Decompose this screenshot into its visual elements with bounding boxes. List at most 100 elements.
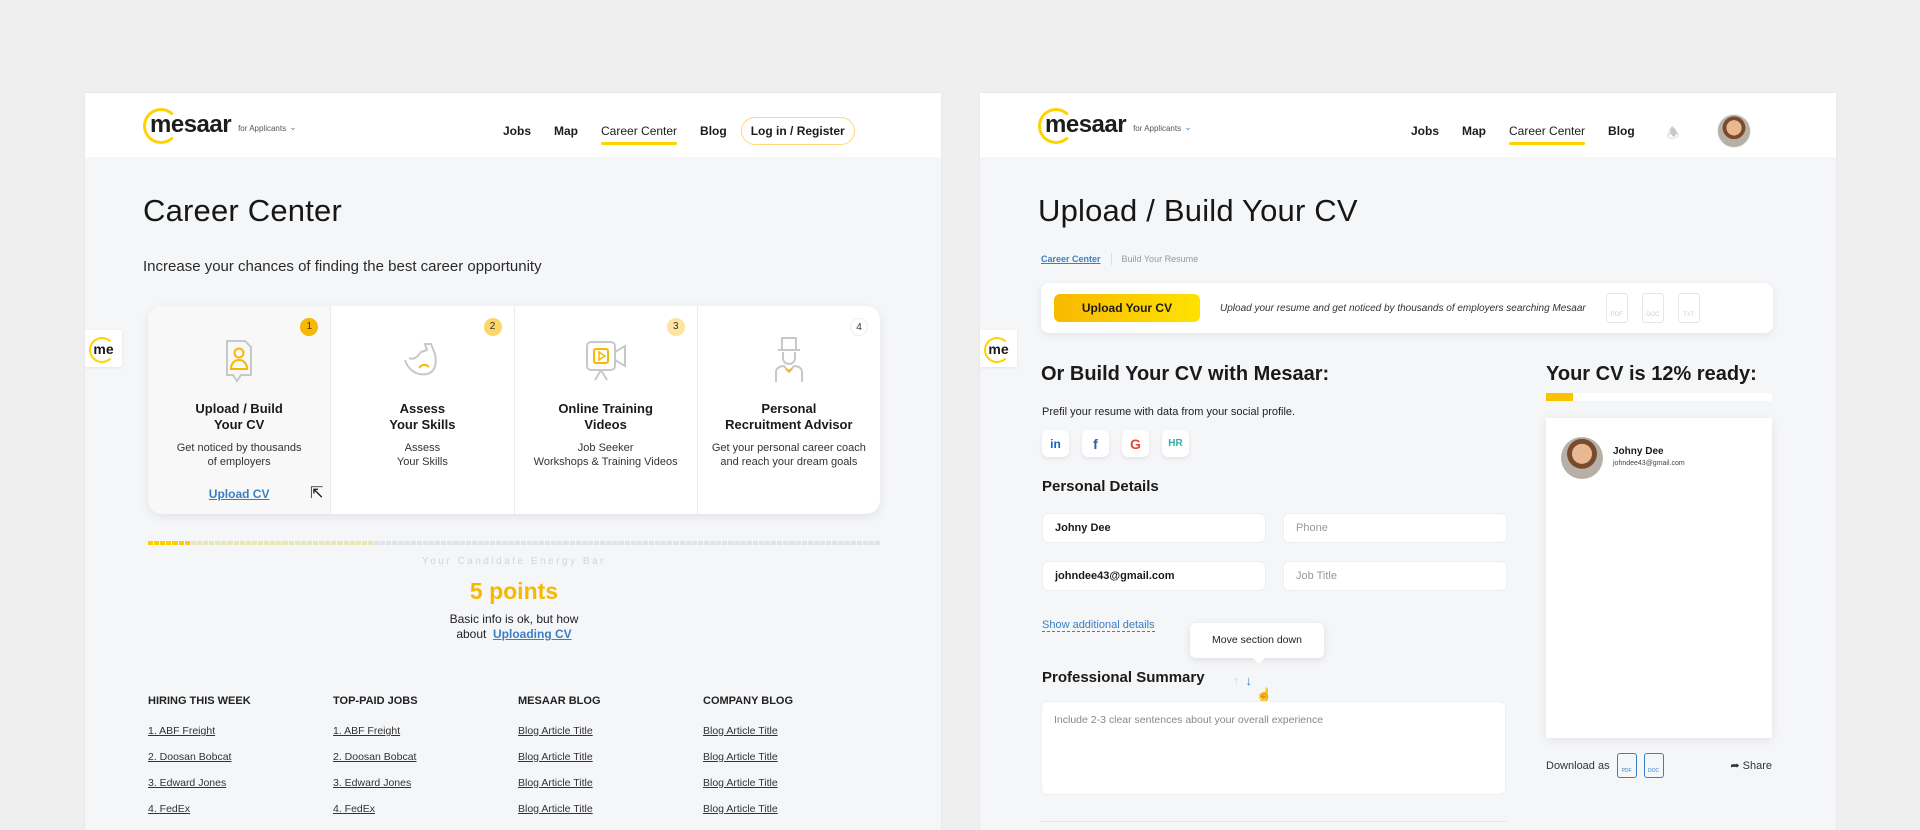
energy-segment <box>532 541 538 545</box>
page-title: Career Center <box>143 193 343 228</box>
nav-career-center[interactable]: Career Center <box>1509 124 1586 145</box>
share-icon: ➦ <box>1730 760 1740 772</box>
footer-link[interactable]: Blog Article Title <box>703 803 888 815</box>
footer-heading: TOP-PAID JOBS <box>333 695 418 707</box>
energy-segment <box>789 541 795 545</box>
footer-link[interactable]: 2. Doosan Bobcat <box>148 751 333 763</box>
download-pdf-icon[interactable]: PDF <box>1616 753 1637 778</box>
audience-selector[interactable]: for Applicants <box>1133 124 1181 133</box>
energy-segment <box>771 541 777 545</box>
show-additional-details-link[interactable]: Show additional details <box>1042 619 1155 632</box>
linkedin-icon[interactable]: in <box>1042 430 1069 457</box>
energy-segment <box>251 541 257 545</box>
audience-selector[interactable]: for Applicants <box>238 124 286 133</box>
footer-link[interactable]: Blog Article Title <box>703 751 888 763</box>
download-doc-icon[interactable]: DOC <box>1643 753 1664 778</box>
footer-link[interactable]: Blog Article Title <box>703 725 888 737</box>
share-button[interactable]: ➦ Share <box>1730 759 1772 772</box>
nav-map[interactable]: Map <box>554 124 578 138</box>
breadcrumb-separator <box>1110 253 1112 265</box>
facebook-icon[interactable]: f <box>1082 430 1109 457</box>
breadcrumb-career-center[interactable]: Career Center <box>1041 254 1101 264</box>
footer-link[interactable]: 4. FedEx <box>148 803 333 815</box>
doc-file-icon: DOC <box>1641 293 1664 323</box>
footer-link[interactable]: 3. Edward Jones <box>148 777 333 789</box>
energy-segment <box>294 541 300 545</box>
name-field[interactable]: Johny Dee <box>1042 513 1266 543</box>
nav-blog[interactable]: Blog <box>1608 124 1635 138</box>
download-row: Download as PDF DOC ➦ Share <box>1546 753 1772 778</box>
footer-link[interactable]: Blog Article Title <box>518 803 703 815</box>
energy-segment <box>850 541 856 545</box>
energy-segment <box>728 541 734 545</box>
chevron-down-icon[interactable]: ⌄ <box>289 122 297 133</box>
nav-map[interactable]: Map <box>1462 124 1486 138</box>
upload-your-cv-button[interactable]: Upload Your CV <box>1054 294 1200 322</box>
step-upload-cv[interactable]: 1 Upload / Build Your CV Get noticed by t… <box>148 306 332 514</box>
footer-heading: HIRING THIS WEEK <box>148 695 251 707</box>
step-desc-line: Assess <box>404 442 441 454</box>
email-field[interactable]: johndee43@gmail.com <box>1042 561 1266 591</box>
cv-ready-heading: Your CV is 12% ready: <box>1546 363 1757 385</box>
step-assess-skills[interactable]: 2 Assess Your Skills Assess Your Skills <box>331 306 515 514</box>
notification-bell-icon[interactable]: 🕭 <box>1667 123 1681 141</box>
nav-blog[interactable]: Blog <box>700 124 727 138</box>
step-desc-line: Get your personal career coach <box>711 442 866 454</box>
nav-jobs[interactable]: Jobs <box>503 124 531 138</box>
google-icon[interactable]: G <box>1122 430 1149 457</box>
energy-segment <box>612 541 618 545</box>
uploading-cv-link[interactable]: Uploading CV <box>493 627 572 641</box>
energy-segment <box>710 541 716 545</box>
job-title-field[interactable]: Job Title <box>1283 561 1507 591</box>
footer-link[interactable]: 4. FedEx <box>333 803 518 815</box>
footer-link[interactable]: Blog Article Title <box>518 751 703 763</box>
energy-segment <box>844 541 850 545</box>
upload-cv-link[interactable]: Upload CV <box>209 487 270 501</box>
login-register-button[interactable]: Log in / Register <box>740 117 855 145</box>
energy-segment <box>679 541 685 545</box>
step-training-videos[interactable]: 3 Online Training Videos Job Seeker Worksh… <box>515 306 698 514</box>
logo[interactable]: mesaar for Applicants ⌄ <box>142 108 297 144</box>
mesaar-side-badge[interactable]: me <box>85 330 122 367</box>
chevron-down-icon[interactable]: ⌄ <box>1184 122 1192 133</box>
hr-icon[interactable]: HR <box>1162 430 1189 457</box>
nav-jobs[interactable]: Jobs <box>1411 124 1439 138</box>
txt-file-icon: TXT <box>1677 293 1700 323</box>
move-up-arrow-icon[interactable]: ↑ <box>1233 673 1240 688</box>
mesaar-side-badge[interactable]: me <box>980 330 1017 367</box>
energy-segment <box>539 541 545 545</box>
step-number: 1 <box>300 318 319 336</box>
energy-segment <box>716 541 722 545</box>
footer-link[interactable]: Blog Article Title <box>518 777 703 789</box>
footer-link[interactable]: 3. Edward Jones <box>333 777 518 789</box>
nav-career-center[interactable]: Career Center <box>601 124 678 145</box>
step-number: 3 <box>666 318 685 336</box>
user-avatar[interactable] <box>1716 114 1751 148</box>
logo[interactable]: mesaar for Applicants ⌄ <box>1037 108 1192 144</box>
energy-segment <box>593 541 600 545</box>
step-title-line: Upload / Build <box>195 401 283 416</box>
energy-segment <box>777 541 783 545</box>
footer-link[interactable]: Blog Article Title <box>518 725 703 737</box>
energy-segment <box>331 541 337 545</box>
energy-segment <box>367 541 374 545</box>
energy-segment <box>630 541 636 545</box>
footer-link[interactable]: 1. ABF Freight <box>148 725 333 737</box>
energy-segment <box>227 541 233 545</box>
breadcrumb-current: Build Your Resume <box>1121 254 1199 264</box>
energy-segment <box>361 541 367 545</box>
step-recruitment-advisor[interactable]: 4 Personal Recruitment Advisor Get your p… <box>698 306 880 514</box>
energy-segment <box>587 541 593 545</box>
summary-textarea[interactable]: Include 2-3 clear sentences about your o… <box>1041 701 1506 795</box>
footer-link[interactable]: 1. ABF Freight <box>333 725 518 737</box>
footer-link[interactable]: Blog Article Title <box>703 777 888 789</box>
move-down-arrow-icon[interactable]: ↓ <box>1246 673 1253 688</box>
phone-field[interactable]: Phone <box>1283 513 1507 543</box>
energy-segment <box>160 541 166 545</box>
energy-segment <box>868 541 875 545</box>
energy-segment <box>765 541 771 545</box>
energy-segment <box>514 541 520 545</box>
cv-preview-avatar <box>1561 437 1603 479</box>
energy-segment <box>697 541 703 545</box>
footer-link[interactable]: 2. Doosan Bobcat <box>333 751 518 763</box>
